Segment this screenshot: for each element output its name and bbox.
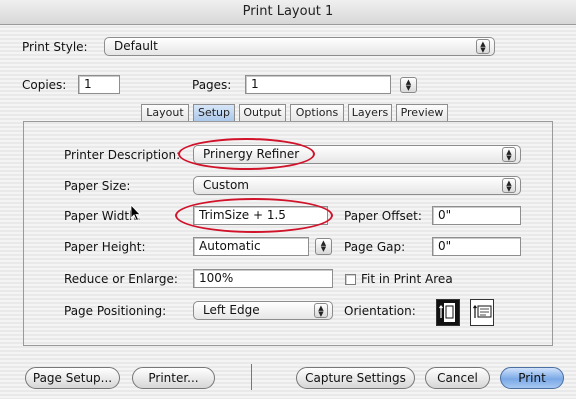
printer-description-value: Prinergy Refiner xyxy=(203,147,300,161)
fit-print-area-label: Fit in Print Area xyxy=(361,272,453,286)
chevron-updown-icon: ▲ ▼ xyxy=(502,178,516,193)
paper-width-field[interactable]: TrimSize + 1.5 xyxy=(193,206,328,225)
page-positioning-label: Page Positioning: xyxy=(64,304,167,318)
tab-layout[interactable]: Layout xyxy=(141,104,189,122)
cancel-button[interactable]: Cancel xyxy=(425,367,490,389)
page-setup-button[interactable]: Page Setup... xyxy=(25,367,120,389)
portrait-orientation-icon xyxy=(439,303,455,322)
landscape-orientation-icon xyxy=(473,305,492,318)
pages-label: Pages: xyxy=(192,78,232,92)
fit-print-area-checkbox[interactable] xyxy=(345,274,356,285)
orientation-portrait-button[interactable] xyxy=(436,299,460,326)
paper-height-popup-button[interactable]: ▲ ▼ xyxy=(315,238,332,255)
paper-height-field[interactable]: Automatic xyxy=(193,237,309,256)
button-separator xyxy=(251,364,252,390)
tab-preview[interactable]: Preview xyxy=(396,104,448,122)
paper-offset-label: Paper Offset: xyxy=(344,209,422,223)
page-positioning-popup[interactable]: Left Edge ▲ ▼ xyxy=(193,301,333,320)
tab-output[interactable]: Output xyxy=(239,104,286,122)
copies-label: Copies: xyxy=(22,78,67,92)
pages-field[interactable]: 1 xyxy=(245,75,391,94)
printer-description-label: Printer Description: xyxy=(64,148,181,162)
orientation-landscape-button[interactable] xyxy=(470,299,494,326)
page-gap-field[interactable]: 0" xyxy=(432,237,521,256)
mouse-pointer-icon xyxy=(130,204,141,222)
tab-setup[interactable]: Setup xyxy=(193,104,235,122)
paper-size-label: Paper Size: xyxy=(64,179,131,193)
paper-offset-field[interactable]: 0" xyxy=(432,206,521,225)
copies-field[interactable]: 1 xyxy=(78,75,120,94)
reduce-enlarge-label: Reduce or Enlarge: xyxy=(64,272,178,286)
reduce-enlarge-field[interactable]: 100% xyxy=(193,269,333,288)
page-gap-label: Page Gap: xyxy=(344,240,406,254)
window-title: Print Layout 1 xyxy=(0,0,576,25)
chevron-updown-icon: ▲ ▼ xyxy=(476,39,490,54)
print-style-popup[interactable]: Default ▲ ▼ xyxy=(104,37,495,56)
paper-size-popup[interactable]: Custom ▲ ▼ xyxy=(193,176,521,195)
tab-layers[interactable]: Layers xyxy=(348,104,392,122)
chevron-updown-icon: ▲ ▼ xyxy=(314,303,328,318)
print-style-value: Default xyxy=(114,39,158,53)
chevron-updown-icon: ▲ ▼ xyxy=(502,147,516,162)
tab-options[interactable]: Options xyxy=(290,104,344,122)
paper-size-value: Custom xyxy=(203,178,249,192)
page-positioning-value: Left Edge xyxy=(203,303,260,317)
capture-settings-button[interactable]: Capture Settings xyxy=(296,367,415,389)
pages-popup-button[interactable]: ▲ ▼ xyxy=(400,77,417,93)
print-style-label: Print Style: xyxy=(22,40,88,54)
paper-height-label: Paper Height: xyxy=(64,240,146,254)
orientation-label: Orientation: xyxy=(344,304,416,318)
printer-button[interactable]: Printer... xyxy=(132,367,215,389)
printer-description-popup[interactable]: Prinergy Refiner ▲ ▼ xyxy=(193,145,521,164)
print-button[interactable]: Print xyxy=(500,367,564,389)
